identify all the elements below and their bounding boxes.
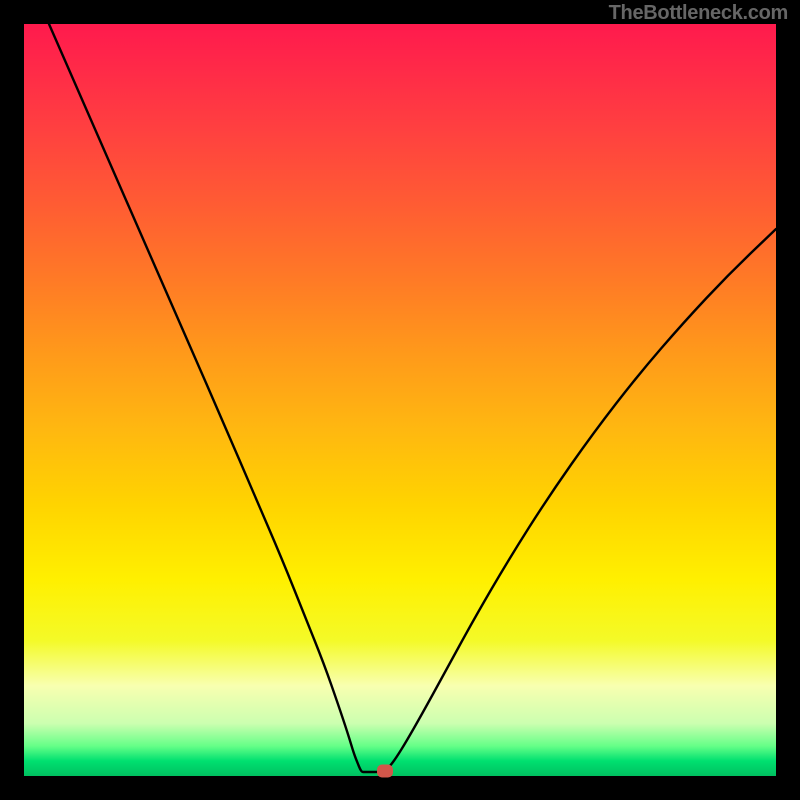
bottleneck-curve-path [49,24,776,772]
optimal-point-marker [377,765,393,778]
watermark-text: TheBottleneck.com [609,2,788,25]
bottleneck-curve-svg [24,24,776,776]
